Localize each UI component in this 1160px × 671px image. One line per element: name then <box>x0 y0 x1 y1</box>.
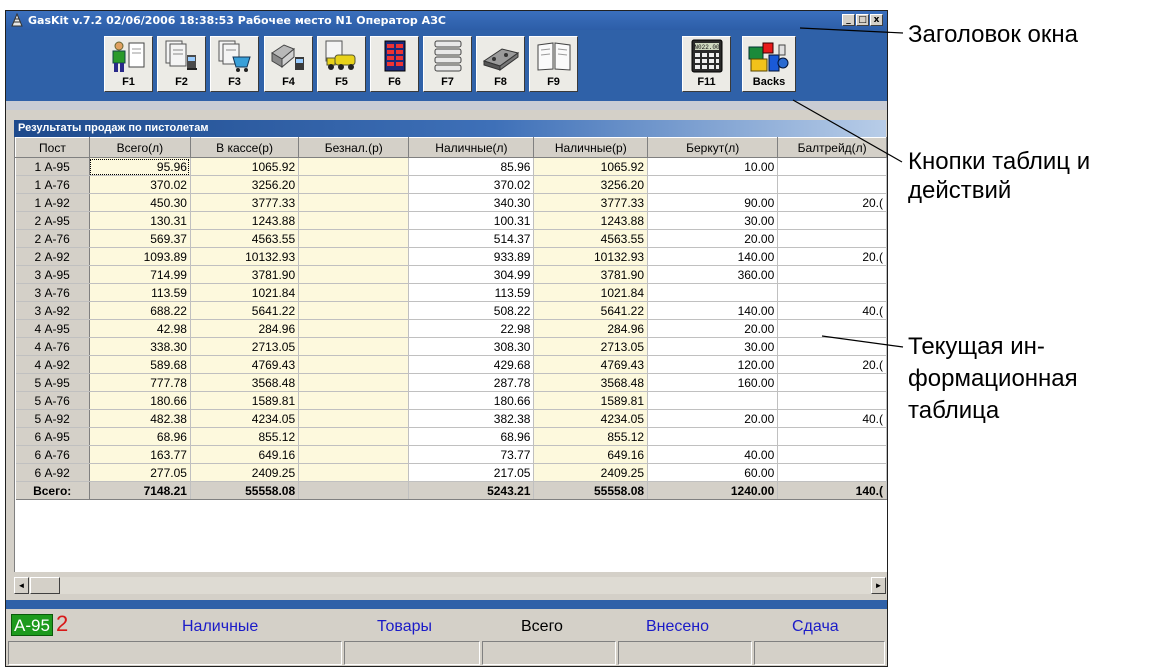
annotation-window-title: Заголовок окна <box>908 21 1078 48</box>
annotation-buttons-line1: Кнопки таблиц и <box>908 148 1091 175</box>
annotation-table-line3: таблица <box>908 397 1000 424</box>
annotation-table-line1: Текущая ин- <box>908 333 1045 360</box>
annotation-table-line2: формационная <box>908 365 1078 392</box>
annotation-buttons-line2: действий <box>908 177 1012 204</box>
